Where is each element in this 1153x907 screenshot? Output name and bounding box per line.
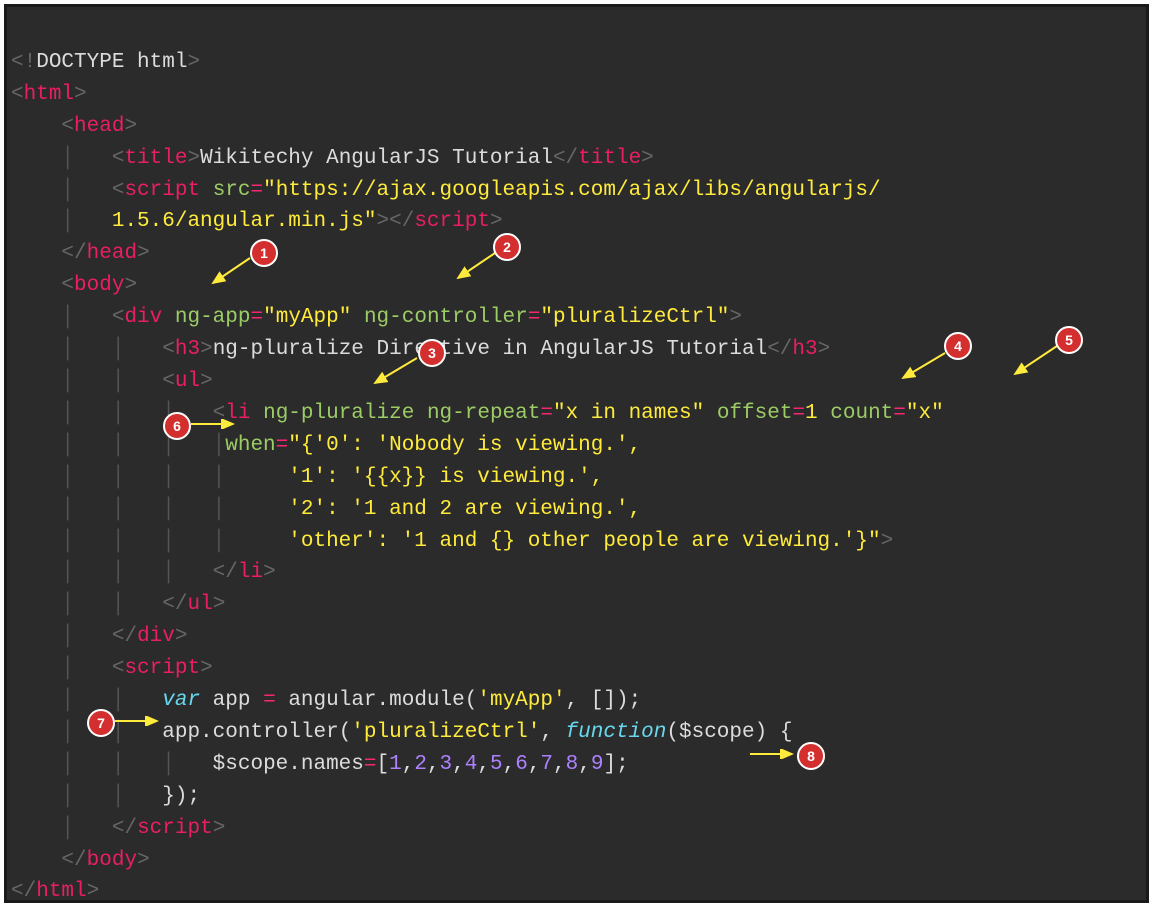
arrow-6	[188, 419, 238, 429]
annotation-badge-5: 5	[1055, 326, 1083, 354]
annotation-badge-1: 1	[250, 239, 278, 267]
arrow-8	[747, 749, 797, 759]
annotation-badge-2: 2	[493, 233, 521, 261]
annotation-badge-6: 6	[163, 412, 191, 440]
arrow-5	[1010, 343, 1060, 378]
code-editor: <!DOCTYPE html> <html> <head> │ <title>W…	[4, 4, 1149, 903]
annotation-badge-8: 8	[797, 742, 825, 770]
arrow-1	[208, 255, 253, 287]
code-text: <!	[11, 51, 36, 74]
arrow-2	[453, 250, 498, 282]
arrow-4	[898, 350, 948, 382]
annotation-badge-7: 7	[87, 709, 115, 737]
annotation-badge-4: 4	[944, 332, 972, 360]
arrow-3	[370, 355, 420, 387]
screenshot-container: <!DOCTYPE html> <html> <head> │ <title>W…	[0, 0, 1153, 907]
arrow-7	[112, 716, 162, 726]
annotation-badge-3: 3	[418, 339, 446, 367]
